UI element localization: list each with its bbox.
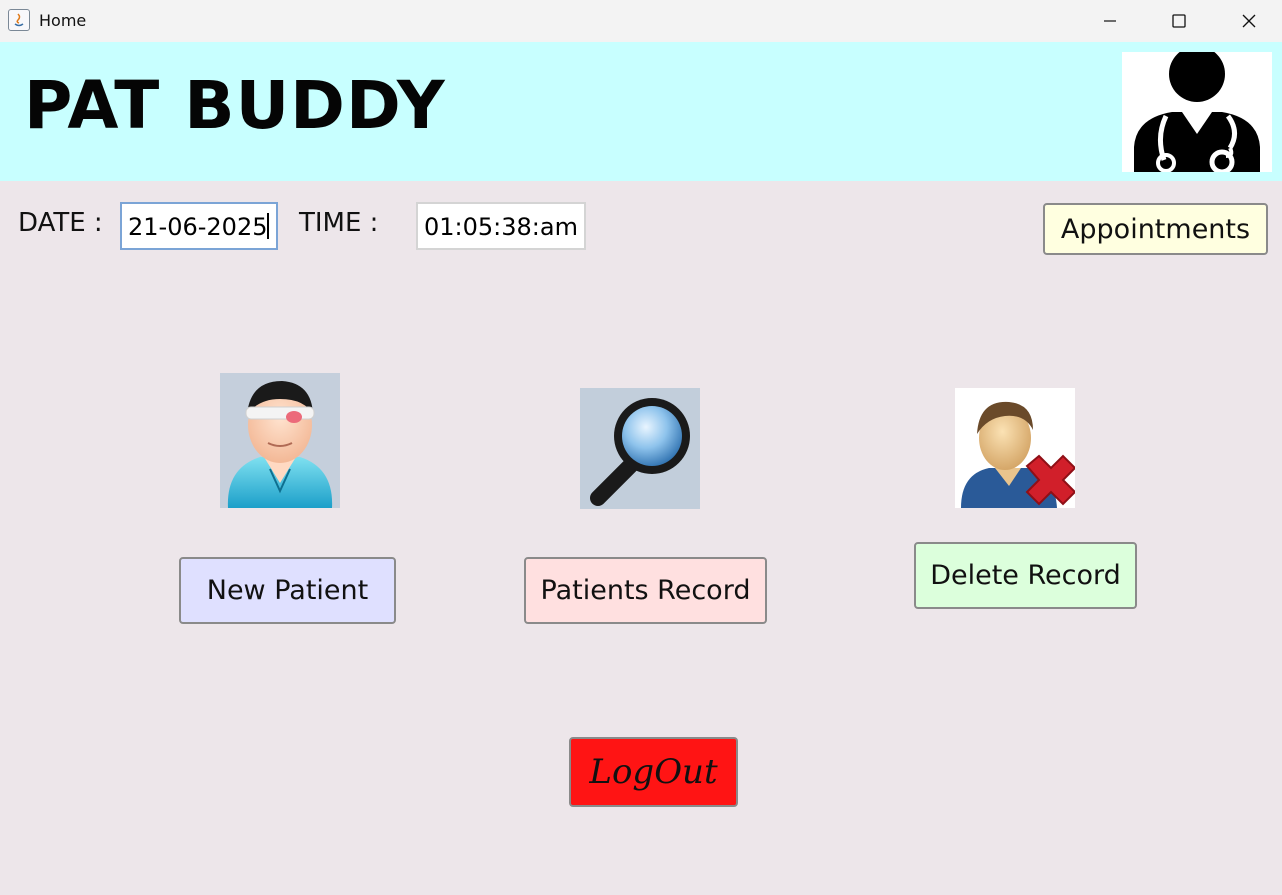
time-label: TIME : [299,208,379,238]
maximize-icon [1172,14,1186,28]
patient-icon [220,373,340,508]
time-field[interactable]: 01:05:38:am [416,202,586,250]
appointments-button[interactable]: Appointments [1043,203,1268,255]
search-icon [580,388,700,509]
time-value: 01:05:38:am [424,213,578,241]
app-title: PAT BUDDY [24,67,446,144]
window-title: Home [39,11,87,30]
date-field[interactable]: 21-06-2025 [120,202,278,250]
logout-button[interactable]: LogOut [569,737,738,807]
window-titlebar: Home [0,0,1282,42]
header-banner: PAT BUDDY [0,42,1282,181]
minimize-icon [1104,20,1116,22]
java-app-icon [8,9,30,31]
close-icon [1242,14,1256,28]
text-caret [267,213,270,239]
close-button[interactable] [1214,0,1282,42]
patients-record-button[interactable]: Patients Record [524,557,767,624]
new-patient-button[interactable]: New Patient [179,557,396,624]
maximize-button[interactable] [1144,0,1214,42]
doctor-icon [1122,52,1272,172]
delete-user-icon [955,388,1075,508]
minimize-button[interactable] [1075,0,1145,42]
date-label: DATE : [18,208,103,238]
date-value: 21-06-2025 [128,213,268,241]
delete-record-button[interactable]: Delete Record [914,542,1137,609]
